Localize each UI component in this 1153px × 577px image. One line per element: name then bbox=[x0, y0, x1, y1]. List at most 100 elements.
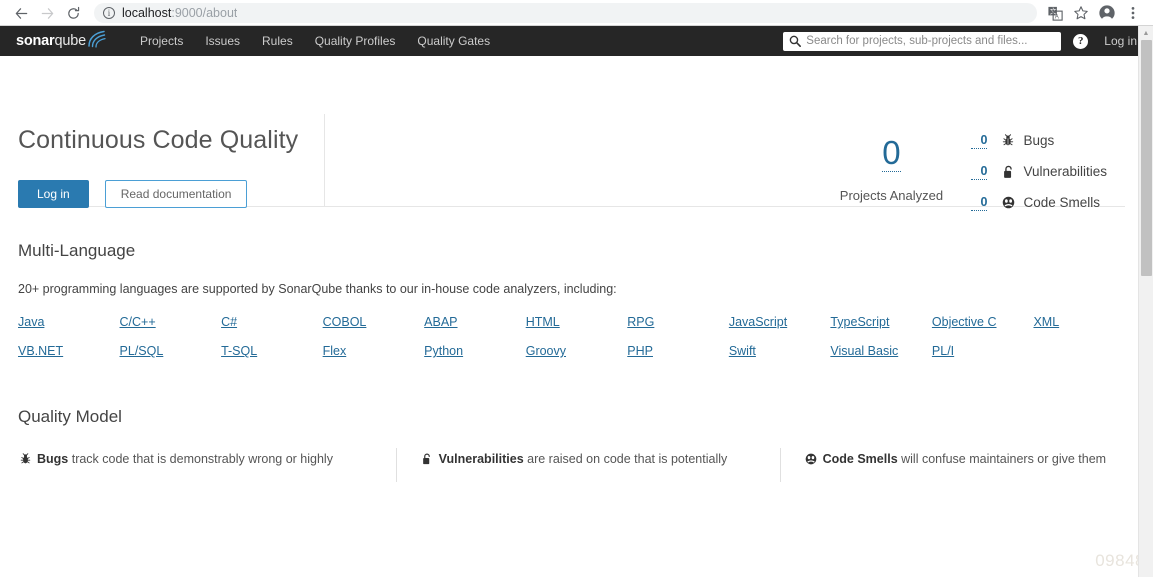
language-cell: Flex bbox=[323, 342, 425, 360]
projects-analyzed-value[interactable]: 0 bbox=[882, 136, 901, 172]
bugs-count[interactable]: 0 bbox=[971, 133, 988, 149]
language-link-swift[interactable]: Swift bbox=[729, 344, 756, 358]
quality-model-code-smells-desc: will confuse maintainers or give them bbox=[897, 452, 1107, 466]
nav-item-quality-profiles[interactable]: Quality Profiles bbox=[304, 26, 407, 56]
quality-model-bugs-desc: track code that is demonstrably wrong or… bbox=[68, 452, 333, 466]
url-text: localhost:9000/about bbox=[122, 6, 237, 20]
language-link-csharp[interactable]: C# bbox=[221, 315, 237, 329]
back-arrow-icon bbox=[15, 7, 27, 19]
quality-model-column-bugs: Bugs track code that is demonstrably wro… bbox=[18, 450, 396, 469]
nav-item-issues[interactable]: Issues bbox=[194, 26, 251, 56]
forward-button[interactable] bbox=[34, 0, 60, 26]
language-link-java[interactable]: Java bbox=[18, 315, 44, 329]
code-smells-count[interactable]: 0 bbox=[971, 195, 988, 211]
profile-button[interactable] bbox=[1095, 1, 1119, 25]
multi-language-subtitle: 20+ programming languages are supported … bbox=[18, 282, 617, 296]
language-link-abap[interactable]: ABAP bbox=[424, 315, 457, 329]
search-box[interactable] bbox=[783, 31, 1062, 51]
quality-model-code-smells-term: Code Smells bbox=[822, 452, 898, 466]
lock-icon bbox=[420, 453, 435, 465]
language-grid: Java C/C++ C# COBOL ABAP HTML RPG JavaSc… bbox=[18, 313, 1135, 360]
quality-model-bugs-text: Bugs track code that is demonstrably wro… bbox=[18, 450, 372, 469]
search-icon bbox=[789, 35, 802, 47]
language-cell: TypeScript bbox=[830, 313, 932, 331]
nav-item-quality-gates[interactable]: Quality Gates bbox=[406, 26, 501, 56]
browser-toolbar: i localhost:9000/about 文 A bbox=[0, 0, 1153, 26]
language-link-objective-c[interactable]: Objective C bbox=[932, 315, 997, 329]
forward-arrow-icon bbox=[41, 7, 53, 19]
language-link-plsql[interactable]: PL/SQL bbox=[120, 344, 164, 358]
page-scrollbar[interactable]: ▲ bbox=[1138, 26, 1153, 577]
bug-icon bbox=[18, 453, 33, 465]
scroll-up-arrow[interactable]: ▲ bbox=[1139, 26, 1153, 40]
language-link-javascript[interactable]: JavaScript bbox=[729, 315, 787, 329]
language-cell: Groovy bbox=[526, 342, 628, 360]
language-cell: PL/I bbox=[932, 342, 1034, 360]
language-cell: T-SQL bbox=[221, 342, 323, 360]
quality-model-column-vulnerabilities: Vulnerabilities are raised on code that … bbox=[395, 448, 780, 482]
bugs-label: Bugs bbox=[1023, 133, 1055, 148]
star-icon bbox=[1074, 6, 1088, 20]
login-button[interactable]: Log in bbox=[18, 179, 89, 208]
nav-item-projects[interactable]: Projects bbox=[129, 26, 194, 56]
nav-item-rules[interactable]: Rules bbox=[251, 26, 304, 56]
language-link-cpp[interactable]: C/C++ bbox=[120, 315, 156, 329]
language-link-typescript[interactable]: TypeScript bbox=[830, 315, 889, 329]
language-link-pli[interactable]: PL/I bbox=[932, 344, 954, 358]
search-input[interactable] bbox=[806, 35, 1056, 47]
bookmark-button[interactable] bbox=[1069, 1, 1093, 25]
sonarqube-logo[interactable]: sonarqube bbox=[16, 26, 109, 56]
lock-icon bbox=[1000, 165, 1016, 179]
code-smell-icon bbox=[1000, 196, 1016, 209]
logo-light: qube bbox=[54, 33, 87, 49]
language-link-tsql[interactable]: T-SQL bbox=[221, 344, 257, 358]
quality-model-title: Quality Model bbox=[18, 407, 122, 426]
language-cell: RPG bbox=[627, 313, 729, 331]
url-path: :9000/about bbox=[171, 6, 238, 20]
language-link-vbnet[interactable]: VB.NET bbox=[18, 344, 63, 358]
language-link-groovy[interactable]: Groovy bbox=[526, 344, 566, 358]
sonarqube-navbar: sonarqube Projects Issues Rules Quality … bbox=[0, 26, 1153, 56]
help-button[interactable]: ? bbox=[1073, 33, 1089, 49]
navbar-right: ? Log in bbox=[783, 26, 1153, 56]
scrollbar-thumb[interactable] bbox=[1141, 40, 1152, 276]
language-cell: PHP bbox=[627, 342, 729, 360]
language-link-php[interactable]: PHP bbox=[627, 344, 653, 358]
multi-language-title: Multi-Language bbox=[18, 241, 136, 260]
language-link-flex[interactable]: Flex bbox=[323, 344, 347, 358]
stat-row-code-smells: 0 Code Smells bbox=[971, 187, 1107, 218]
about-page: Continuous Code Quality Log in Read docu… bbox=[0, 56, 1153, 577]
read-documentation-button[interactable]: Read documentation bbox=[104, 179, 248, 208]
sonarqube-wave-icon bbox=[88, 30, 106, 48]
language-link-visual-basic[interactable]: Visual Basic bbox=[830, 344, 898, 358]
stat-row-vulnerabilities: 0 Vulnerabilities bbox=[971, 156, 1107, 187]
quality-model-vulnerabilities-text: Vulnerabilities are raised on code that … bbox=[420, 450, 756, 469]
language-cell: Visual Basic bbox=[830, 342, 932, 360]
code-smell-icon bbox=[804, 453, 819, 465]
code-smells-label: Code Smells bbox=[1023, 195, 1100, 210]
info-icon[interactable]: i bbox=[103, 7, 115, 19]
language-link-python[interactable]: Python bbox=[424, 344, 463, 358]
logo-text: sonarqube bbox=[16, 33, 86, 49]
multi-language-section: Multi-Language 20+ programming languages… bbox=[0, 241, 1153, 360]
browser-actions: 文 A bbox=[1043, 1, 1145, 25]
quality-model-code-smells-text: Code Smells will confuse maintainers or … bbox=[804, 450, 1111, 469]
browser-menu-button[interactable] bbox=[1121, 1, 1145, 25]
language-cell: JavaScript bbox=[729, 313, 831, 331]
logo-bold: sonar bbox=[16, 33, 55, 49]
language-cell: XML bbox=[1033, 313, 1135, 331]
back-button[interactable] bbox=[8, 0, 34, 26]
language-link-rpg[interactable]: RPG bbox=[627, 315, 654, 329]
language-cell: VB.NET bbox=[18, 342, 120, 360]
translate-button[interactable]: 文 A bbox=[1043, 1, 1067, 25]
address-bar[interactable]: i localhost:9000/about bbox=[94, 3, 1037, 23]
hero-vertical-divider bbox=[324, 114, 325, 206]
vulnerabilities-count[interactable]: 0 bbox=[971, 164, 988, 180]
language-link-xml[interactable]: XML bbox=[1033, 315, 1059, 329]
reload-button[interactable] bbox=[60, 0, 86, 26]
language-link-cobol[interactable]: COBOL bbox=[323, 315, 367, 329]
navbar-login-link[interactable]: Log in bbox=[1104, 34, 1137, 48]
profile-avatar-icon bbox=[1099, 5, 1115, 21]
language-link-html[interactable]: HTML bbox=[526, 315, 560, 329]
nav-menu: Projects Issues Rules Quality Profiles Q… bbox=[129, 26, 501, 56]
